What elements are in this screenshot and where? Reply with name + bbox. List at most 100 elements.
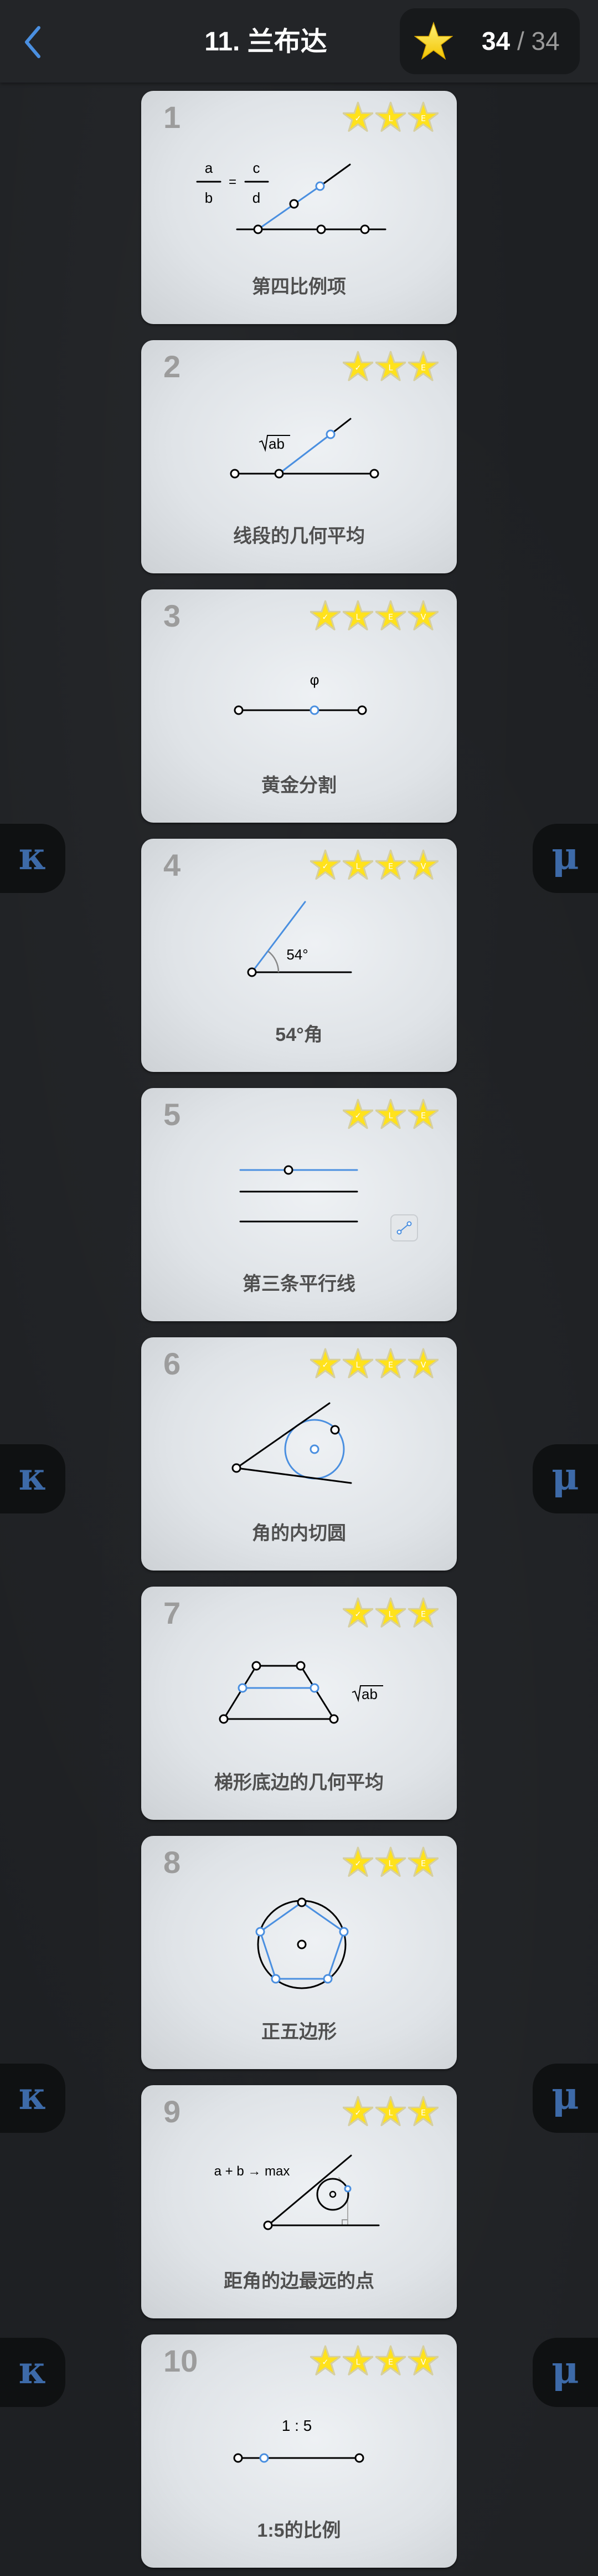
star-letter: V — [421, 613, 426, 622]
star-rating: ✓ L E — [343, 1597, 439, 1629]
star-letter: ✓ — [355, 1112, 362, 1121]
level-title: 第四比例项 — [252, 276, 346, 297]
star-letter: L — [389, 1860, 393, 1869]
star-icon: E — [408, 1597, 439, 1628]
prev-chapter-tab[interactable]: κ — [0, 824, 65, 893]
star-icon: ✓ — [310, 2345, 341, 2375]
diagram-point — [329, 1714, 339, 1724]
diagram-point — [297, 1897, 307, 1907]
star-icon: L — [375, 1597, 406, 1628]
star-icon: V — [408, 849, 439, 880]
star-letter: ✓ — [355, 364, 362, 373]
star-letter: ✓ — [355, 1610, 362, 1619]
diagram-point — [263, 2220, 273, 2230]
back-button[interactable] — [20, 24, 47, 60]
next-chapter-tab[interactable]: μ — [533, 2064, 598, 2133]
star-letter: L — [356, 613, 360, 622]
star-letter: L — [389, 2109, 393, 2118]
star-letter: L — [356, 863, 360, 871]
star-icon: ✓ — [343, 351, 373, 381]
diagram-point — [259, 2453, 269, 2463]
star-letter: V — [421, 2358, 426, 2367]
diagram-point — [238, 1683, 248, 1693]
star-icon: L — [375, 1846, 406, 1877]
diagram-point — [274, 469, 284, 479]
level-number: 9 — [163, 2094, 181, 2129]
diagram-label: a — [205, 160, 213, 176]
star-icon: E — [375, 2345, 406, 2375]
star-count-badge: 34 / 34 — [400, 8, 580, 74]
level-title: 第三条平行线 — [243, 1274, 355, 1295]
star-count: 34 / 34 — [482, 27, 560, 55]
star-rating: ✓ L E V — [310, 1347, 439, 1379]
level-number: 8 — [163, 1845, 181, 1880]
star-letter: E — [421, 1610, 426, 1619]
diagram-point — [310, 1444, 319, 1454]
star-letter: E — [421, 1112, 426, 1121]
diagram-point — [315, 181, 325, 191]
next-chapter-tab[interactable]: μ — [533, 824, 598, 893]
star-icon: L — [375, 101, 406, 132]
star-icon: ✓ — [343, 101, 373, 132]
star-icon: ✓ — [343, 1099, 373, 1129]
star-letter: ✓ — [322, 613, 329, 622]
level-card-5[interactable]: 5 ✓ L E 第三条平行线 — [141, 1088, 457, 1321]
level-card-7[interactable]: ab 7 ✓ L E 梯形底边的几何平均 — [141, 1587, 457, 1820]
level-card-3[interactable]: φ 3 ✓ L E V 黄金分割 — [141, 589, 457, 823]
star-letter: E — [388, 2358, 393, 2367]
level-card-8[interactable]: 8 ✓ L E 正五边形 — [141, 1836, 457, 2069]
prev-chapter-tab[interactable]: κ — [0, 2338, 65, 2407]
star-rating: ✓ L E — [343, 1098, 439, 1130]
star-icon: E — [408, 1846, 439, 1877]
star-icon — [414, 22, 453, 60]
diagram-point — [219, 1714, 229, 1724]
star-icon: ✓ — [343, 1846, 373, 1877]
star-rating: ✓ L E — [343, 1846, 439, 1878]
star-icon: V — [408, 2345, 439, 2375]
star-icon: ✓ — [310, 1348, 341, 1378]
segment-tool-button[interactable] — [390, 1214, 418, 1241]
level-card-4[interactable]: 54° 4 ✓ L E V 54°角 — [141, 839, 457, 1072]
diagram-label: a + b → max — [214, 2164, 290, 2179]
level-card-6[interactable]: 6 ✓ L E V 角的内切圆 — [141, 1337, 457, 1571]
star-letter: L — [389, 115, 393, 124]
star-letter: E — [388, 1361, 393, 1370]
diagram-point — [289, 199, 299, 209]
diagram-point — [234, 705, 244, 715]
star-letter: E — [421, 364, 426, 373]
diagram-point — [326, 429, 336, 439]
level-card-2[interactable]: ab 2 ✓ L E 线段的几何平均 — [141, 340, 457, 573]
level-card-1[interactable]: a b = c d 1 ✓ L E 第四比例项 — [141, 91, 457, 324]
diagram-point — [230, 469, 240, 479]
star-icon: L — [343, 600, 373, 630]
prev-chapter-tab[interactable]: κ — [0, 1444, 65, 1513]
star-icon: E — [375, 600, 406, 630]
star-rating: ✓ L E — [343, 2095, 439, 2127]
star-letter: E — [421, 115, 426, 124]
diagram-label: = — [229, 175, 236, 189]
star-icon: E — [375, 1348, 406, 1378]
trapezoid — [223, 1665, 336, 1720]
level-title: 正五边形 — [261, 2021, 337, 2043]
diagram-point — [297, 1939, 307, 1949]
star-icon: L — [343, 849, 373, 880]
level-title: 黄金分割 — [261, 775, 337, 796]
level-title: 线段的几何平均 — [233, 526, 365, 547]
diagram-line — [257, 185, 321, 230]
diagram-label: b — [205, 189, 213, 206]
diagram-point — [369, 469, 379, 479]
star-rating: ✓ L E — [343, 350, 439, 382]
diagram-line — [278, 433, 332, 475]
star-icon: L — [343, 1348, 373, 1378]
star-letter: ✓ — [322, 2358, 329, 2367]
next-chapter-tab[interactable]: μ — [533, 2338, 598, 2407]
next-chapter-tab[interactable]: μ — [533, 1444, 598, 1513]
level-card-10[interactable]: 1 : 5 10 ✓ L E V 1:5的比例 — [141, 2334, 457, 2568]
diagram-line — [319, 163, 351, 187]
page-title: 11. 兰布达 — [204, 27, 327, 57]
stars-earned: 34 — [482, 27, 511, 55]
level-title: 梯形底边的几何平均 — [214, 1772, 384, 1793]
star-letter: ✓ — [322, 1361, 329, 1370]
prev-chapter-tab[interactable]: κ — [0, 2064, 65, 2133]
level-card-9[interactable]: a + b → max 9 ✓ L E 距角的边最远的点 — [141, 2085, 457, 2318]
